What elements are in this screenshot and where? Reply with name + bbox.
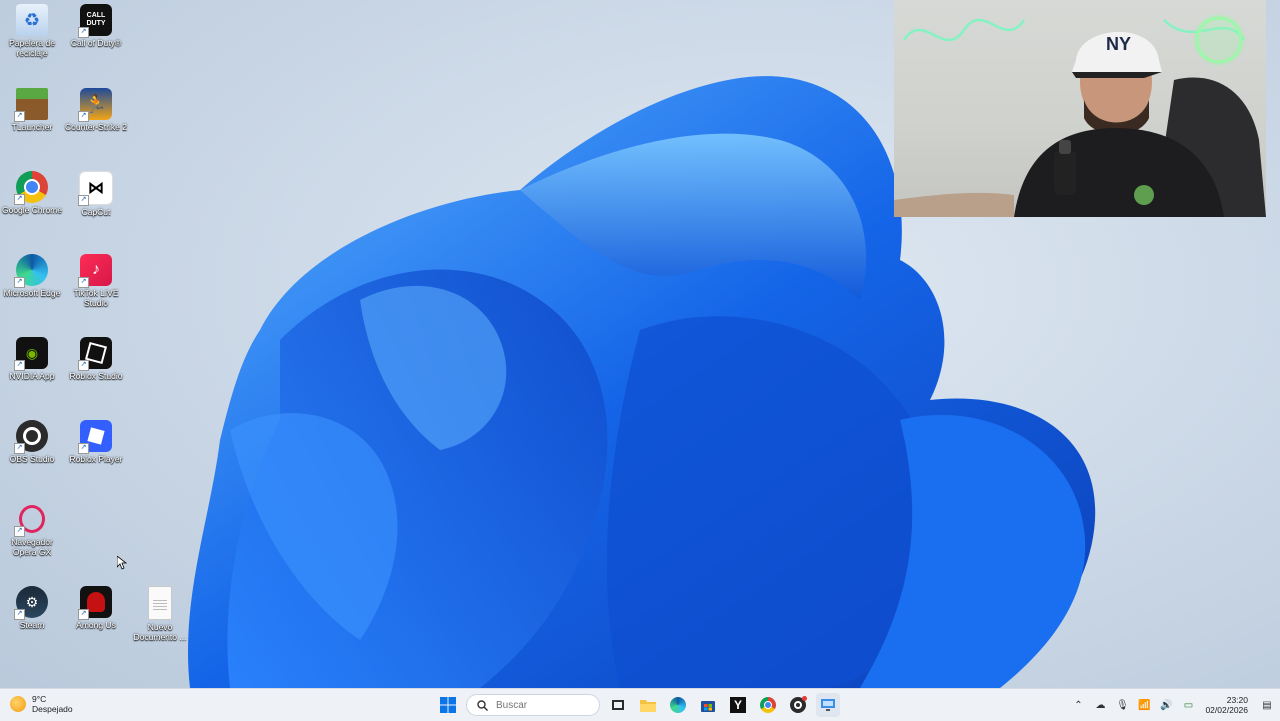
edge-icon — [670, 697, 686, 713]
sun-icon — [10, 696, 26, 712]
desktop-icon-call-of-duty[interactable]: CALL DUTY ↗ Call of Duty® — [64, 0, 128, 48]
weather-widget[interactable]: 9°C Despejado — [10, 694, 73, 714]
taskbar-search[interactable] — [466, 694, 600, 716]
recycle-bin-icon: ♻ — [16, 4, 48, 36]
desktop-icon-counter-strike[interactable]: 🏃 ↗ Counter-Strike 2 — [64, 84, 128, 132]
desktop-icon-nvidia[interactable]: ◉ ↗ NVIDIA App — [0, 333, 64, 381]
capcut-icon: ⋈ ↗ — [78, 171, 113, 206]
weather-condition: Despejado — [32, 704, 73, 714]
taskbar-obs[interactable] — [786, 693, 810, 717]
desktop-icon-text-document[interactable]: Nuevo Documento ... — [128, 582, 192, 642]
desktop-icon-opera-gx[interactable]: ↗ Navegador Opera GX — [0, 499, 64, 557]
nvidia-icon: ◉ ↗ — [14, 337, 48, 371]
tlauncher-icon: ↗ — [14, 88, 48, 122]
desktop-icon-tiktok-live[interactable]: ♪ ↗ TikTok LIVE Studio — [64, 250, 128, 308]
svg-text:NY: NY — [1106, 34, 1131, 54]
start-icon — [440, 697, 456, 713]
taskbar: 9°C Despejado Buscar Y ⌃ ☁ 🎙 📶 🔊 ▭ 23:20… — [0, 688, 1280, 721]
task-view-button[interactable] — [606, 693, 630, 717]
call-of-duty-icon: CALL DUTY ↗ — [78, 4, 112, 38]
desktop-icon-roblox-player[interactable]: ↗ Roblox Player — [64, 416, 128, 464]
volume-icon[interactable]: 🔊 — [1157, 696, 1175, 714]
desktop-icon-capcut[interactable]: ⋈ ↗ CapCut — [64, 167, 128, 217]
text-document-icon — [148, 586, 172, 620]
search-input[interactable] — [494, 698, 598, 712]
chrome-icon — [760, 697, 776, 713]
taskbar-yahoo[interactable]: Y — [726, 693, 750, 717]
webcam-overlay: NY — [894, 0, 1266, 217]
roblox-player-icon: ↗ — [78, 420, 112, 454]
obs-icon: ↗ — [14, 420, 48, 454]
notification-icon[interactable]: ▤ — [1258, 696, 1276, 714]
edge-icon: ↗ — [14, 254, 48, 288]
taskbar-store[interactable] — [696, 693, 720, 717]
roblox-studio-icon: ↗ — [78, 337, 112, 371]
chrome-icon: ↗ — [14, 171, 48, 205]
counter-strike-icon: 🏃 ↗ — [78, 88, 112, 122]
file-explorer-icon — [640, 700, 656, 712]
chevron-up-icon[interactable]: ⌃ — [1069, 696, 1087, 714]
taskbar-remote-desktop[interactable] — [816, 693, 840, 717]
opera-gx-icon: ↗ — [14, 503, 48, 537]
desktop-icon-tlauncher[interactable]: ↗ TLauncher — [0, 84, 64, 132]
tiktok-icon: ♪ ↗ — [78, 254, 112, 288]
task-view-icon — [612, 700, 624, 710]
microphone-icon[interactable]: 🎙 — [1113, 696, 1131, 714]
remote-desktop-icon — [821, 699, 835, 711]
desktop-icon-chrome[interactable]: ↗ Google Chrome — [0, 167, 64, 215]
search-icon — [477, 699, 488, 711]
desktop-icon-obs[interactable]: ↗ OBS Studio — [0, 416, 64, 464]
webcam-feed: NY — [894, 14, 1266, 217]
taskbar-file-explorer[interactable] — [636, 693, 660, 717]
yahoo-icon: Y — [730, 697, 746, 713]
taskbar-chrome[interactable] — [756, 693, 780, 717]
desktop-icon-recycle-bin[interactable]: ♻ Papelera de reciclaje — [0, 0, 64, 58]
system-tray: ⌃ ☁ 🎙 📶 🔊 ▭ 23:20 02/02/2026 ▤ — [1069, 689, 1280, 721]
desktop-icon-steam[interactable]: ⚙ ↗ Steam — [0, 582, 64, 630]
onedrive-icon[interactable]: ☁ — [1091, 696, 1109, 714]
wifi-icon[interactable]: 📶 — [1135, 696, 1153, 714]
start-button[interactable] — [436, 693, 460, 717]
battery-icon[interactable]: ▭ — [1179, 696, 1197, 714]
taskbar-edge[interactable] — [666, 693, 690, 717]
store-icon — [701, 701, 715, 712]
steam-icon: ⚙ ↗ — [14, 586, 48, 620]
taskbar-center: Y — [436, 692, 840, 718]
clock-date: 02/02/2026 — [1205, 705, 1248, 715]
desktop-icon-roblox-studio[interactable]: ↗ Roblox Studio — [64, 333, 128, 381]
clock[interactable]: 23:20 02/02/2026 — [1205, 695, 1248, 715]
clock-time: 23:20 — [1226, 695, 1248, 705]
weather-temp: 9°C — [32, 694, 47, 704]
desktop-icon-among-us[interactable]: ↗ Among Us — [64, 582, 128, 630]
mouse-cursor-icon — [117, 556, 127, 570]
among-us-icon: ↗ — [78, 586, 112, 620]
obs-icon — [790, 696, 807, 713]
desktop-icon-edge[interactable]: ↗ Microsoft Edge — [0, 250, 64, 298]
